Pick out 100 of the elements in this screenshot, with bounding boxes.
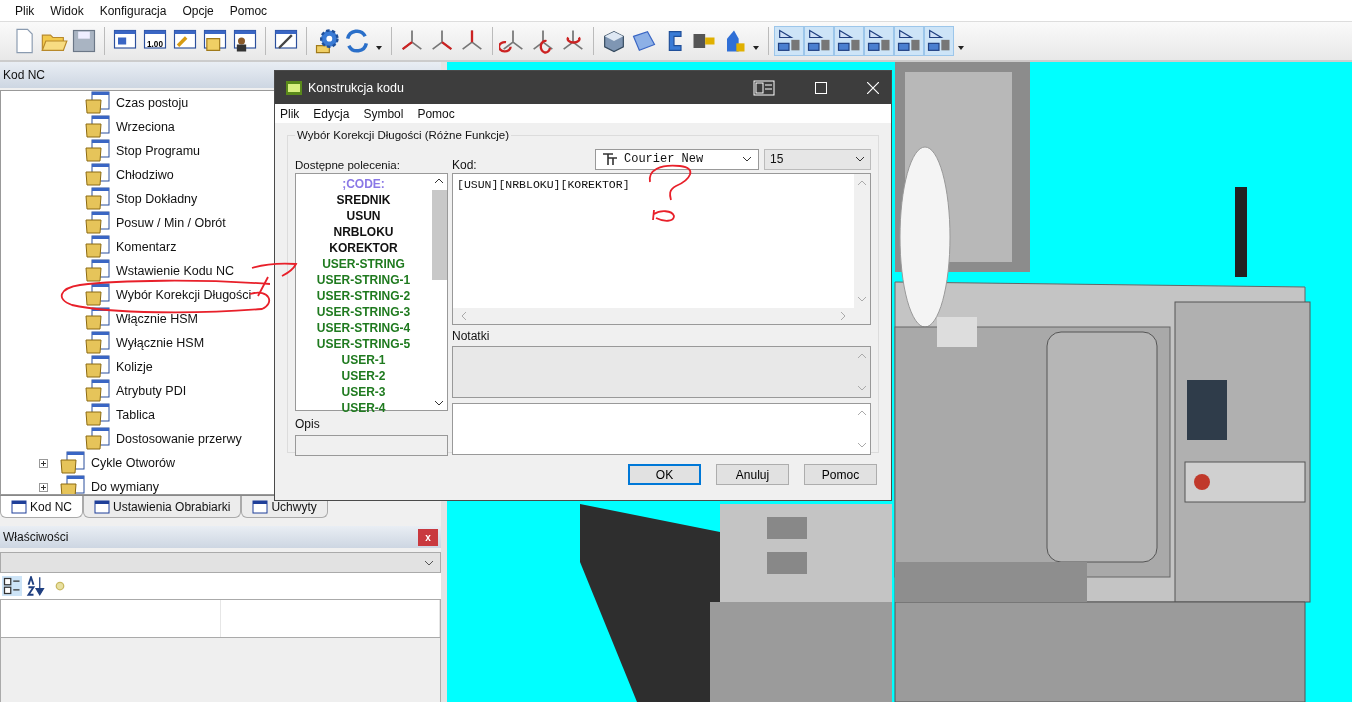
tree-item[interactable]: Komentarz (116, 240, 177, 254)
tree-item[interactable]: Wyłącznie HSM (116, 336, 205, 350)
document-scroll-icon (85, 427, 111, 451)
command-item[interactable]: USER-STRING-2 (296, 288, 431, 304)
chevron-down-icon (855, 156, 865, 162)
tree-item[interactable]: Stop Programu (116, 144, 201, 158)
tool-view-icon[interactable] (805, 27, 833, 55)
tree-item[interactable]: Kolizje (116, 360, 153, 374)
tree-item[interactable]: Posuw / Min / Obrót (116, 216, 226, 230)
dialog-button[interactable]: OK (628, 464, 701, 485)
tree-item[interactable]: Do wymiany (91, 480, 160, 494)
command-item[interactable]: KOREKTOR (296, 240, 431, 256)
expand-icon[interactable] (39, 458, 48, 468)
command-item[interactable]: USER-STRING-1 (296, 272, 431, 288)
menu-item[interactable]: Plik (280, 106, 300, 121)
close-button[interactable]: x (418, 528, 438, 546)
expand-icon[interactable] (39, 482, 48, 492)
command-item[interactable]: USER-STRING-3 (296, 304, 431, 320)
menu-item[interactable]: Edycja (313, 106, 350, 121)
tree-item[interactable]: Dostosowanie przerwy (116, 432, 242, 446)
tree-item[interactable]: Chłodziwo (116, 168, 174, 182)
save-icon[interactable] (70, 27, 98, 55)
tool-view-icon[interactable] (865, 27, 893, 55)
categorized-icon[interactable] (2, 576, 22, 596)
menu-item[interactable]: Opcje (174, 3, 222, 18)
tool-view-icon[interactable] (835, 27, 863, 55)
tree-item[interactable]: Stop Dokładny (116, 192, 198, 206)
tool-view-icon[interactable] (775, 27, 803, 55)
document-scroll-icon (85, 331, 111, 355)
field-label: Dostępne polecenia: (295, 159, 400, 171)
command-item[interactable]: USER-3 (296, 384, 431, 400)
field-label: Opis (295, 417, 320, 431)
window-icon (11, 499, 27, 514)
tree-item[interactable]: Wstawienie Kodu NC (116, 264, 235, 278)
panel-tab[interactable]: Kod NC (0, 496, 84, 518)
chevron-up-icon[interactable] (434, 178, 444, 184)
command-item[interactable]: USER-1 (296, 352, 431, 368)
command-item[interactable]: USER-STRING-5 (296, 336, 431, 352)
dialog-button[interactable]: Anuluj (716, 464, 789, 485)
app-logo-icon (286, 80, 302, 95)
gear-icon[interactable] (313, 27, 341, 55)
command-item[interactable]: ;CODE: (296, 176, 431, 192)
document-scroll-icon (85, 235, 111, 259)
panel-title: Właściwości (3, 530, 69, 544)
font-size-dropdown[interactable]: 15 (764, 148, 871, 170)
chevron-down-icon (424, 559, 434, 566)
command-item[interactable]: USER-STRING (296, 256, 431, 272)
tool-view-icon[interactable] (925, 27, 953, 55)
menu-item[interactable]: Pomoc (221, 3, 276, 18)
close-icon[interactable] (867, 81, 879, 94)
tree-item[interactable]: Wybór Korekcji Długości (116, 288, 252, 302)
tree-item[interactable]: Tablica (116, 408, 155, 422)
font-icon (602, 152, 618, 166)
description-field[interactable] (295, 435, 448, 456)
tree-item[interactable]: Włącznie HSM (116, 312, 198, 326)
menu-item[interactable]: Symbol (363, 106, 404, 121)
caret-icon[interactable] (958, 46, 964, 50)
question-mark-annotation (648, 164, 692, 222)
document-scroll-icon (85, 139, 111, 163)
tree-item[interactable]: Wrzeciona (116, 120, 175, 134)
hand-drawn-stroke (251, 262, 297, 297)
window-icon (252, 499, 269, 514)
tree-item[interactable]: Cykle Otworów (91, 456, 176, 470)
document-scroll-icon (85, 283, 111, 307)
document-scroll-icon (85, 259, 111, 283)
field-label: Notatki (452, 328, 490, 343)
command-item[interactable]: SREDNIK (296, 192, 431, 208)
tool-view-icon[interactable] (895, 27, 923, 55)
caret-icon[interactable] (376, 46, 382, 50)
scrollbar-thumb[interactable] (431, 190, 447, 280)
tree-item[interactable]: Czas postoju (116, 96, 189, 110)
command-item[interactable]: NRBLOKU (296, 224, 431, 240)
chevron-down-icon[interactable] (434, 400, 444, 406)
menu-item[interactable]: Widok (42, 3, 92, 18)
group-title: Wybór Korekcji Długości (Różne Funkcje) (296, 129, 511, 141)
menu-item[interactable]: Konfiguracja (91, 3, 175, 18)
command-item[interactable]: USER-4 (296, 400, 431, 416)
command-item[interactable]: USUN (296, 208, 431, 224)
dialog-button[interactable]: Pomoc (804, 464, 877, 485)
caret-icon[interactable] (753, 46, 759, 50)
maximize-icon[interactable] (815, 81, 827, 94)
layout-icon[interactable] (753, 79, 775, 96)
font-dropdown[interactable]: Courier New (595, 148, 759, 170)
chevron-down-icon (742, 156, 752, 162)
field-label: Kod: (452, 158, 478, 173)
document-scroll-icon (85, 379, 111, 403)
window-icon (94, 499, 111, 514)
command-item[interactable]: USER-STRING-4 (296, 320, 431, 336)
sort-az-icon[interactable] (26, 576, 46, 596)
refresh-icon[interactable] (343, 27, 371, 55)
menu-item[interactable]: Pomoc (417, 106, 455, 121)
document-scroll-icon (85, 355, 111, 379)
dialog-title: Konstrukcja kodu (308, 80, 405, 95)
panel-tab[interactable]: Ustawienia Obrabiarki (83, 496, 242, 518)
tree-item[interactable]: Atrybuty PDI (116, 384, 187, 398)
document-scroll-icon (85, 187, 111, 211)
command-item[interactable]: USER-2 (296, 368, 431, 384)
document-scroll-icon (85, 307, 111, 331)
person-window-icon[interactable] (231, 27, 259, 55)
menu-item[interactable]: Plik (7, 3, 43, 18)
